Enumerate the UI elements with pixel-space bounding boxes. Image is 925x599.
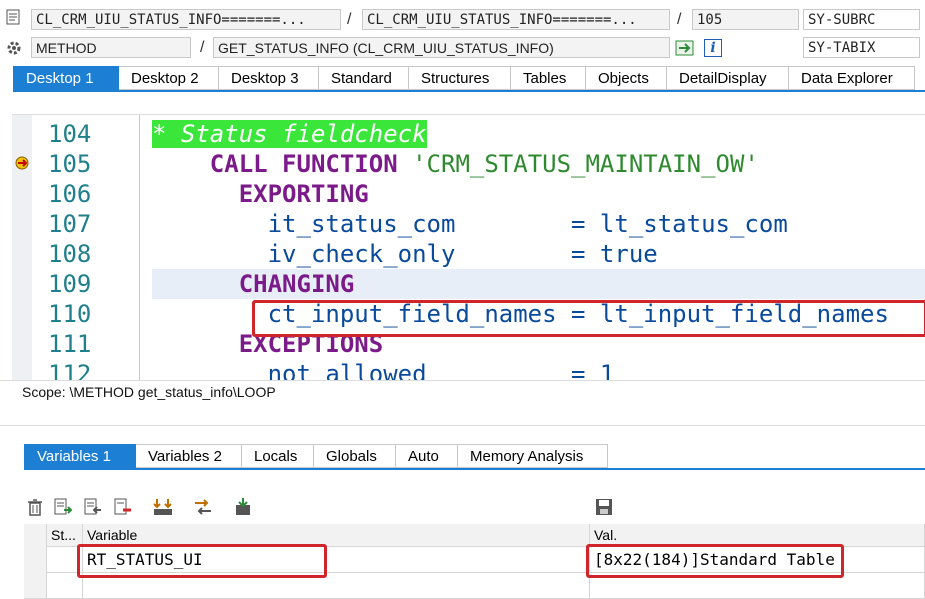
code-token: CHANGING [238,270,355,298]
code-text: EXPORTING [152,179,369,209]
tab-auto[interactable]: Auto [396,444,458,468]
pane-divider [0,425,925,426]
desktop-tabs: Desktop 1 Desktop 2 Desktop 3 Standard S… [13,66,925,90]
code-line[interactable]: 109 CHANGING [12,269,925,299]
scope-bar-divider [0,380,925,381]
tab-desktop-1[interactable]: Desktop 1 [13,66,119,90]
code-line[interactable]: 104 * Status fieldcheck [12,119,925,149]
tab-standard[interactable]: Standard [319,66,409,90]
code-editor[interactable]: 104 * Status fieldcheck 105 CALL FUNCTION … [12,114,925,380]
tab-underline [13,90,925,92]
line-number: 106 [48,180,92,208]
code-line[interactable]: 105 CALL FUNCTION 'CRM_STATUS_MAINTAIN_O… [12,149,925,179]
code-line[interactable]: 107 it_status_com = lt_status_com [12,209,925,239]
tab-locals[interactable]: Locals [242,444,314,468]
tab-desktop-3[interactable]: Desktop 3 [219,66,319,90]
line-number: 112 [48,360,92,380]
tab-variables-2[interactable]: Variables 2 [136,444,242,468]
tab-data-explorer[interactable]: Data Explorer [789,66,915,90]
gear-icon [5,39,23,57]
line-number: 110 [48,300,92,328]
variables-tab-underline [24,468,925,470]
code-token: CALL FUNCTION [209,150,398,178]
include-field[interactable]: CL_CRM_UIU_STATUS_INFO=======... [362,9,670,30]
sy-subrc-field[interactable]: SY-SUBRC [803,9,920,30]
code-text: not_allowed = 1 [152,359,615,380]
highlight-box-changing-param [252,300,925,337]
code-text: it_status_com = lt_status_com [152,209,788,239]
line-number: 109 [48,270,92,298]
insert-row-icon[interactable] [53,497,73,517]
line-number-field[interactable]: 105 [692,9,799,30]
load-icon[interactable] [233,497,253,517]
info-icon[interactable]: i [704,39,722,57]
separator: / [200,39,205,56]
code-token: it_status_com = lt_status_com [152,210,788,238]
line-number: 105 [48,150,92,178]
code-text: * Status fieldcheck [152,119,427,149]
code-token: 'CRM_STATUS_MAINTAIN_OW' [412,150,759,178]
code-line[interactable]: 108 iv_check_only = true [12,239,925,269]
code-token: * Status fieldcheck [152,120,427,148]
tab-detaildisplay[interactable]: DetailDisplay [667,66,789,90]
tab-globals[interactable]: Globals [314,444,396,468]
tab-variables-1[interactable]: Variables 1 [24,444,136,468]
code-text: CALL FUNCTION 'CRM_STATUS_MAINTAIN_OW' [152,149,759,179]
program-icon [6,9,20,25]
line-number: 107 [48,210,92,238]
code-token: EXPORTING [238,180,369,208]
code-line[interactable]: 112 not_allowed = 1 [12,359,925,380]
code-token: iv_check_only = true [152,240,658,268]
sy-tabix-field[interactable]: SY-TABIX [803,37,920,58]
code-text: iv_check_only = true [152,239,658,269]
navigate-icon[interactable] [675,39,695,57]
event-field[interactable]: GET_STATUS_INFO (CL_CRM_UIU_STATUS_INFO) [213,37,670,58]
line-number: 104 [48,120,92,148]
line-number: 108 [48,240,92,268]
highlight-box-variable [77,544,327,578]
program-field[interactable]: CL_CRM_UIU_STATUS_INFO=======... [31,9,341,30]
code-token: not_allowed = 1 [152,360,615,380]
tab-desktop-2[interactable]: Desktop 2 [119,66,219,90]
separator: / [677,11,682,28]
tab-objects[interactable]: Objects [586,66,667,90]
tab-tables[interactable]: Tables [511,66,586,90]
save-icon[interactable] [594,497,614,517]
line-number: 111 [48,330,92,358]
expand-icon[interactable] [153,497,173,517]
transfer-icon[interactable] [193,497,213,517]
code-line[interactable]: 106 EXPORTING [12,179,925,209]
delete-row-icon[interactable] [113,497,133,517]
code-text: CHANGING [152,269,355,299]
delete-icon[interactable] [25,497,45,517]
variables-table: St... Variable Val. RT_STATUS_UI [8x22(1… [24,524,925,599]
variable-tabs: Variables 1 Variables 2 Locals Globals A… [24,444,608,468]
separator: / [347,11,352,28]
scope-label: Scope: \METHOD get_status_info\LOOP [22,384,276,400]
highlight-box-value [586,544,844,578]
event-type-field[interactable]: METHOD [31,37,191,58]
append-row-icon[interactable] [83,497,103,517]
row-selector[interactable] [24,524,47,599]
tab-structures[interactable]: Structures [409,66,511,90]
tab-memory-analysis[interactable]: Memory Analysis [458,444,608,468]
